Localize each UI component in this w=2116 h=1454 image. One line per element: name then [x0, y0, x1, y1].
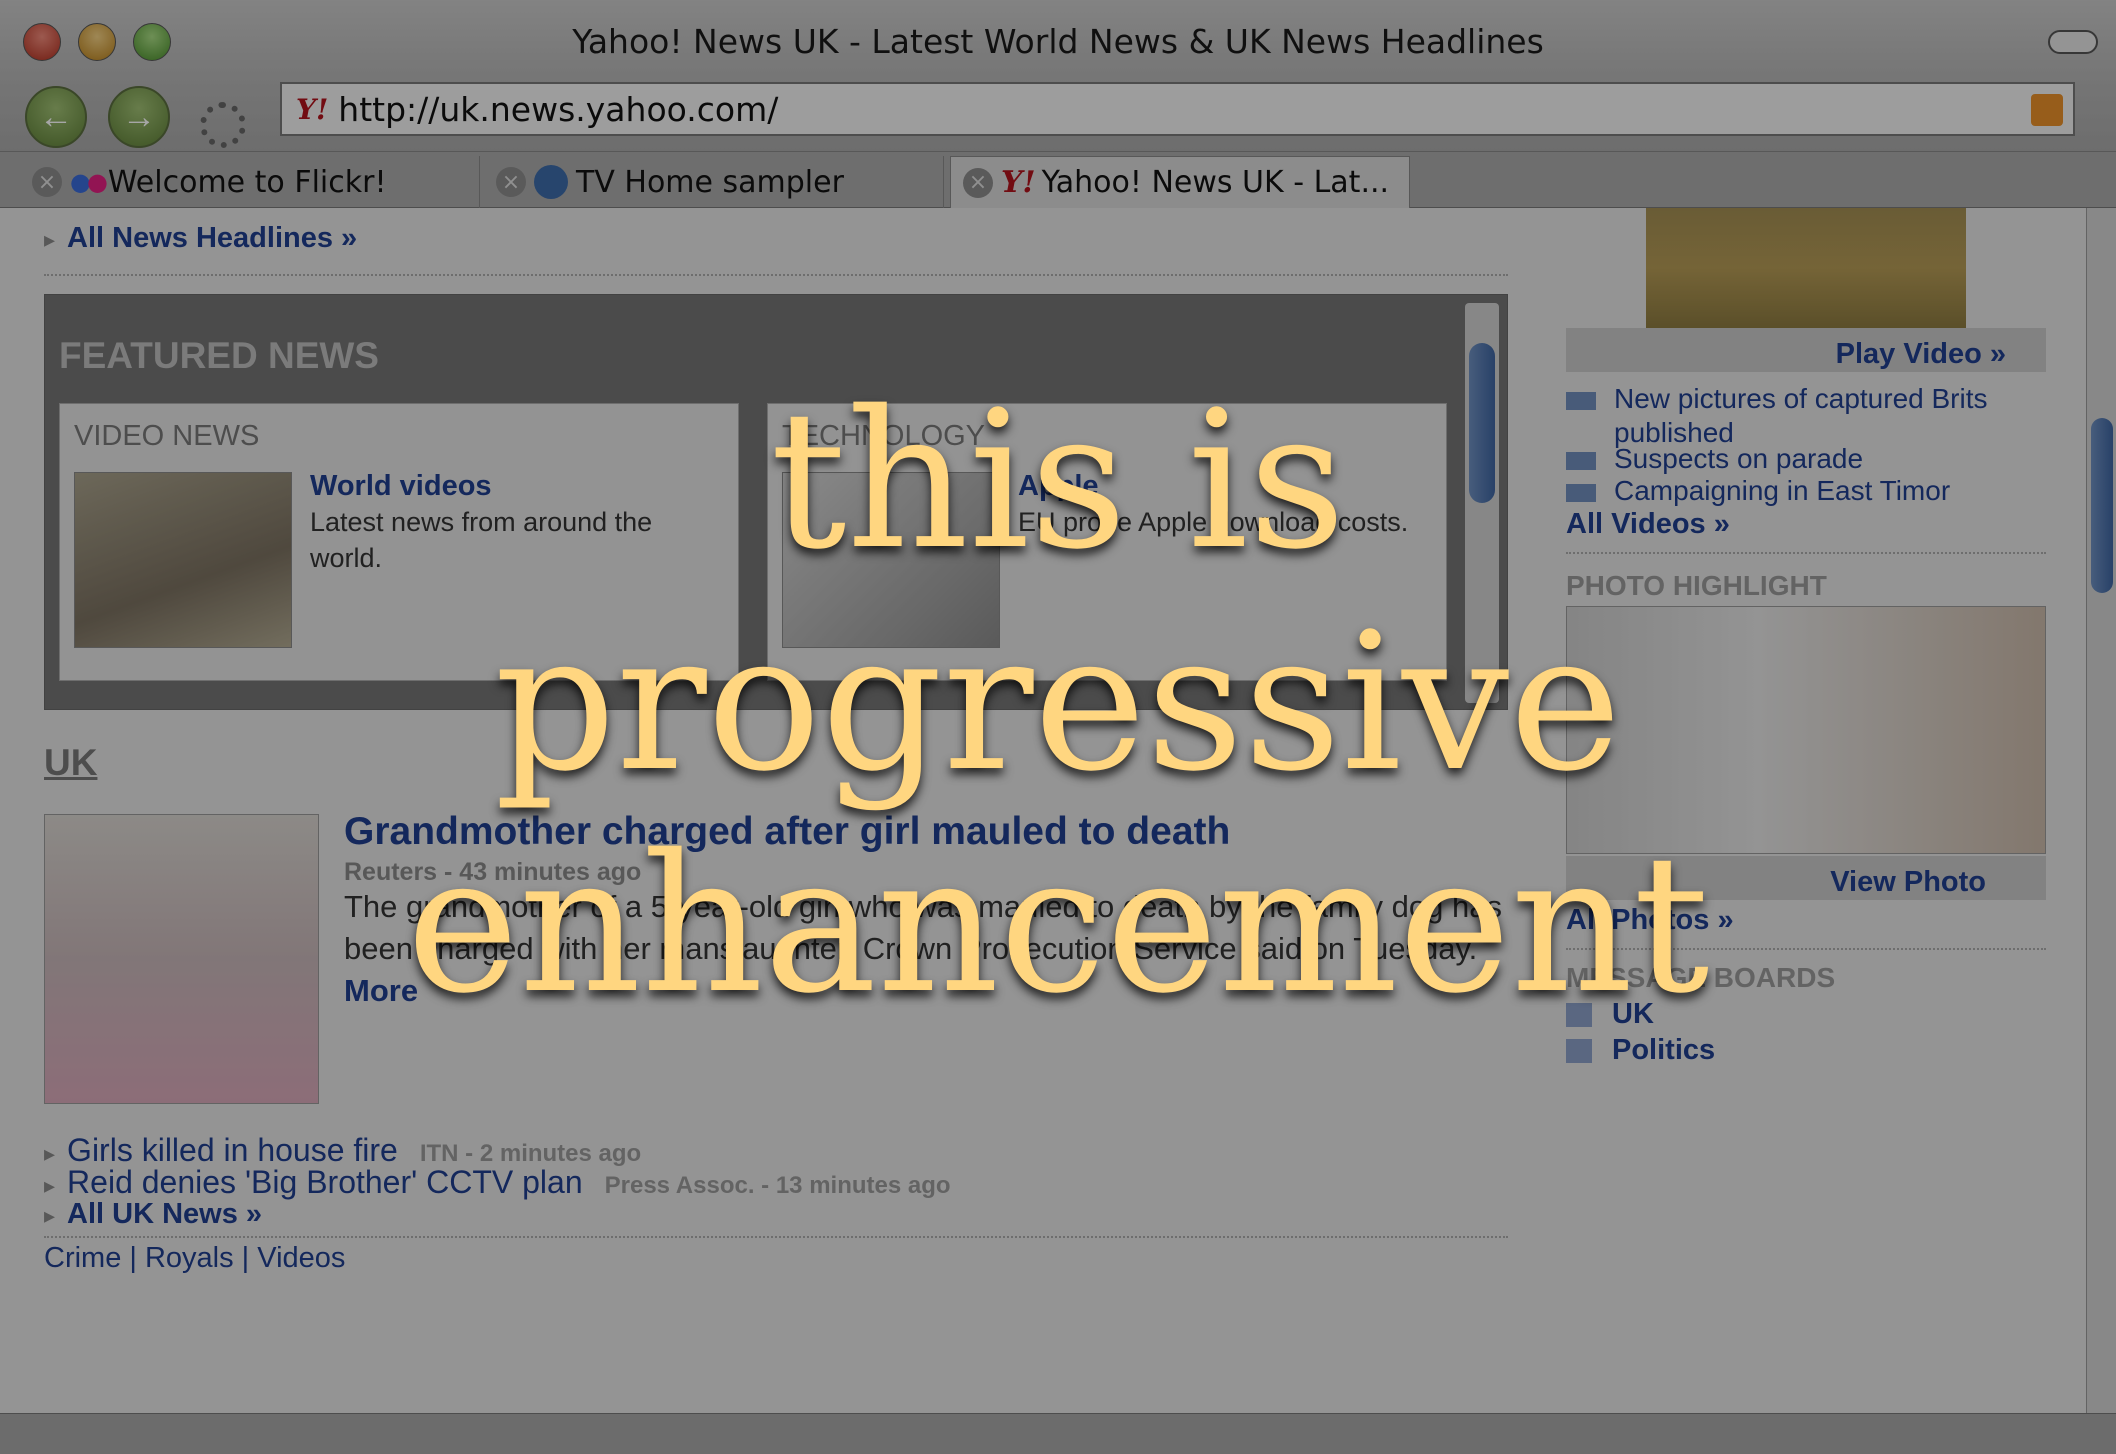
- board-icon: [1566, 1039, 1592, 1064]
- all-news-headlines-link[interactable]: ▸ All News Headlines »: [44, 222, 357, 255]
- close-tab-icon[interactable]: ×: [496, 167, 526, 197]
- bullet-arrow-icon: ▸: [44, 1173, 56, 1198]
- caption-line: this is: [770, 370, 1346, 591]
- forward-button[interactable]: →: [108, 86, 170, 148]
- loading-spinner-icon: [200, 102, 246, 148]
- news-item-source: Press Assoc. - 13 minutes ago: [604, 1172, 951, 1199]
- divider: [44, 274, 1508, 276]
- forward-arrow-icon: →: [122, 97, 156, 136]
- bullet-arrow-icon: ▸: [44, 1203, 56, 1228]
- news-item-source: ITN - 2 minutes ago: [419, 1140, 642, 1167]
- browser-toolbar: ← → Y! http://uk.news.yahoo.com/: [0, 82, 2116, 152]
- divider: [44, 1236, 1508, 1238]
- tab-bar: × ●● Welcome to Flickr! × TV Home sample…: [0, 152, 2116, 208]
- news-item-link[interactable]: Reid denies 'Big Brother' CCTV plan: [67, 1164, 583, 1200]
- close-tab-icon[interactable]: ×: [32, 167, 62, 197]
- caption-line: enhancement: [406, 814, 1710, 1035]
- rss-icon[interactable]: [2031, 94, 2063, 126]
- flickr-favicon-icon: ●●: [70, 168, 108, 196]
- slide-caption: this is progressive enhancement: [0, 370, 2116, 1036]
- all-uk-news-link[interactable]: ▸ All UK News »: [44, 1198, 262, 1231]
- tab-tv-home[interactable]: × TV Home sampler: [484, 156, 944, 208]
- tab-flickr[interactable]: × ●● Welcome to Flickr!: [20, 156, 480, 208]
- tab-label: Yahoo! News UK - Lat...: [1041, 165, 1390, 200]
- bullet-arrow-icon: ▸: [44, 227, 56, 252]
- status-bar: [0, 1413, 2116, 1454]
- uk-sub-links[interactable]: Crime | Royals | Videos: [44, 1242, 345, 1275]
- news-item: ▸ Reid denies 'Big Brother' CCTV plan Pres…: [44, 1164, 951, 1201]
- board-link-politics[interactable]: Politics: [1566, 1034, 1715, 1067]
- play-video-bar: Play Video »: [1566, 328, 2046, 372]
- toolbar-toggle-button[interactable]: [2048, 30, 2098, 54]
- tab-yahoo-news[interactable]: × Y! Yahoo! News UK - Lat...: [950, 156, 1410, 208]
- address-bar[interactable]: Y! http://uk.news.yahoo.com/: [280, 82, 2075, 136]
- window-title: Yahoo! News UK - Latest World News & UK …: [572, 22, 1544, 61]
- bullet-arrow-icon: ▸: [44, 1141, 56, 1166]
- title-bar: Yahoo! News UK - Latest World News & UK …: [0, 0, 2116, 82]
- yahoo-favicon-icon: Y!: [296, 92, 329, 126]
- tv-favicon-icon: [534, 165, 568, 199]
- yahoo-favicon-icon: Y!: [1001, 165, 1036, 200]
- play-video-link[interactable]: Play Video »: [1836, 338, 2006, 370]
- union-flag-video-thumbnail[interactable]: [1646, 208, 1966, 328]
- close-tab-icon[interactable]: ×: [963, 167, 993, 198]
- news-item-link[interactable]: Girls killed in house fire: [67, 1132, 398, 1168]
- caption-line: progressive: [494, 592, 1622, 813]
- url-text[interactable]: http://uk.news.yahoo.com/: [338, 90, 778, 129]
- tab-label: Welcome to Flickr!: [107, 164, 387, 200]
- tab-label: TV Home sampler: [576, 164, 844, 200]
- back-button[interactable]: ←: [25, 86, 87, 148]
- back-arrow-icon: ←: [39, 97, 73, 136]
